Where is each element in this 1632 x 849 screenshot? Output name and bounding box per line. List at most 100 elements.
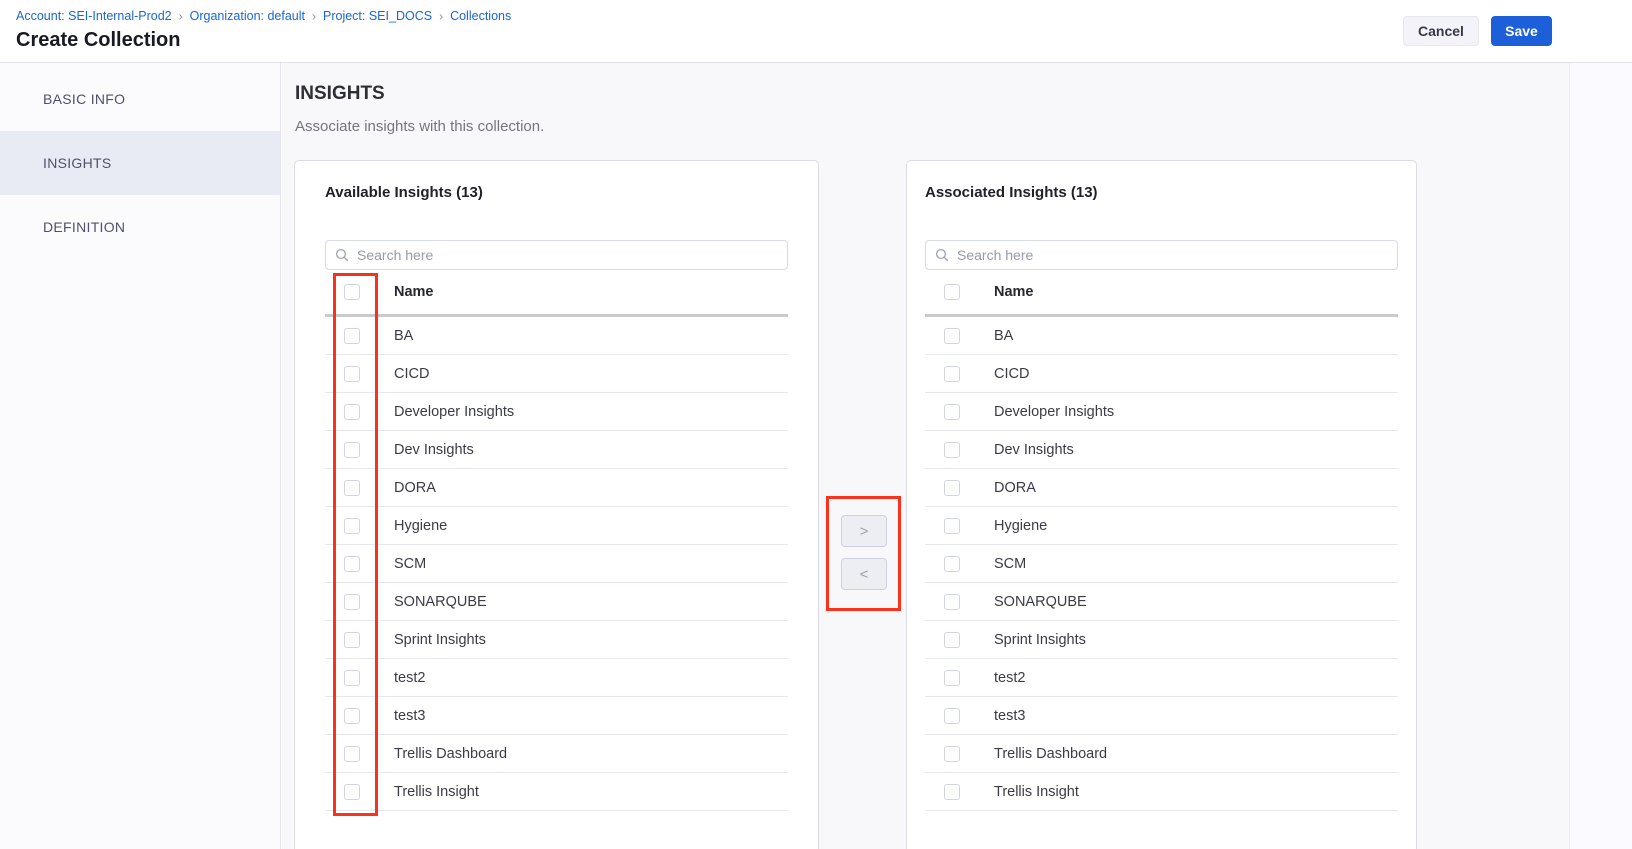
row-checkbox[interactable] <box>344 556 360 572</box>
row-checkbox[interactable] <box>944 442 960 458</box>
row-checkbox[interactable] <box>344 708 360 724</box>
page-title: Create Collection <box>16 29 180 52</box>
table-row[interactable]: Hygiene <box>325 507 788 545</box>
table-row[interactable]: Sprint Insights <box>925 621 1398 659</box>
row-name: Trellis Dashboard <box>994 746 1107 762</box>
row-checkbox[interactable] <box>344 442 360 458</box>
breadcrumb-collections[interactable]: Collections <box>450 9 511 23</box>
breadcrumb-account[interactable]: Account: SEI-Internal-Prod2 <box>16 9 172 23</box>
row-checkbox[interactable] <box>344 746 360 762</box>
name-column-header: Name <box>994 284 1034 300</box>
row-name: Developer Insights <box>394 404 514 420</box>
row-checkbox[interactable] <box>944 670 960 686</box>
cancel-button[interactable]: Cancel <box>1403 16 1479 46</box>
available-table-header: Name <box>325 270 788 317</box>
row-name: test3 <box>394 708 425 724</box>
row-checkbox[interactable] <box>944 366 960 382</box>
table-row[interactable]: test3 <box>325 697 788 735</box>
row-checkbox[interactable] <box>344 632 360 648</box>
select-all-checkbox[interactable] <box>344 284 360 300</box>
breadcrumb: Account: SEI-Internal-Prod2 › Organizati… <box>16 9 511 23</box>
chevron-right-icon: › <box>439 8 443 23</box>
row-checkbox[interactable] <box>344 670 360 686</box>
chevron-right-icon: › <box>312 8 316 23</box>
row-name: SONARQUBE <box>394 594 487 610</box>
search-icon <box>935 248 949 262</box>
available-insights-panel: Available Insights (13) Name BACICDDevel… <box>294 160 819 849</box>
available-search-box <box>325 240 788 270</box>
row-checkbox[interactable] <box>944 518 960 534</box>
topbar-actions: Cancel Save <box>1403 16 1552 46</box>
row-checkbox[interactable] <box>944 556 960 572</box>
available-search-input[interactable] <box>355 246 778 264</box>
top-bar: Account: SEI-Internal-Prod2 › Organizati… <box>0 0 1632 63</box>
table-row[interactable]: DORA <box>925 469 1398 507</box>
table-row[interactable]: BA <box>325 317 788 355</box>
row-checkbox[interactable] <box>944 328 960 344</box>
row-name: Hygiene <box>394 518 447 534</box>
table-row[interactable]: SCM <box>925 545 1398 583</box>
table-row[interactable]: BA <box>925 317 1398 355</box>
table-row[interactable]: Trellis Insight <box>325 773 788 811</box>
row-name: SONARQUBE <box>994 594 1087 610</box>
breadcrumb-organization[interactable]: Organization: default <box>190 9 305 23</box>
select-all-checkbox[interactable] <box>944 284 960 300</box>
row-checkbox[interactable] <box>944 404 960 420</box>
table-row[interactable]: SCM <box>325 545 788 583</box>
table-row[interactable]: CICD <box>925 355 1398 393</box>
row-checkbox[interactable] <box>344 518 360 534</box>
row-name: test2 <box>394 670 425 686</box>
sidebar-item-insights[interactable]: INSIGHTS <box>0 131 280 195</box>
row-checkbox[interactable] <box>344 404 360 420</box>
table-row[interactable]: Trellis Dashboard <box>925 735 1398 773</box>
save-button[interactable]: Save <box>1491 16 1552 46</box>
row-checkbox[interactable] <box>944 480 960 496</box>
row-name: Trellis Dashboard <box>394 746 507 762</box>
table-row[interactable]: SONARQUBE <box>325 583 788 621</box>
table-row[interactable]: Hygiene <box>925 507 1398 545</box>
table-row[interactable]: Dev Insights <box>325 431 788 469</box>
row-checkbox[interactable] <box>944 594 960 610</box>
table-row[interactable]: test2 <box>325 659 788 697</box>
associated-table-header: Name <box>925 270 1398 317</box>
name-column-header: Name <box>394 284 434 300</box>
associated-search-input[interactable] <box>955 246 1388 264</box>
row-checkbox[interactable] <box>344 480 360 496</box>
table-row[interactable]: Sprint Insights <box>325 621 788 659</box>
row-name: CICD <box>394 366 429 382</box>
row-checkbox[interactable] <box>944 784 960 800</box>
table-row[interactable]: Dev Insights <box>925 431 1398 469</box>
row-checkbox[interactable] <box>944 708 960 724</box>
search-icon <box>335 248 349 262</box>
table-row[interactable]: Developer Insights <box>925 393 1398 431</box>
row-name: Dev Insights <box>394 442 474 458</box>
move-left-button[interactable]: < <box>841 558 887 590</box>
row-checkbox[interactable] <box>344 366 360 382</box>
row-checkbox[interactable] <box>944 632 960 648</box>
sidebar-item-definition[interactable]: DEFINITION <box>0 195 280 259</box>
table-row[interactable]: test2 <box>925 659 1398 697</box>
row-name: Hygiene <box>994 518 1047 534</box>
associated-panel-title: Associated Insights (13) <box>925 185 1398 201</box>
row-checkbox[interactable] <box>344 784 360 800</box>
breadcrumb-project[interactable]: Project: SEI_DOCS <box>323 9 432 23</box>
row-name: Trellis Insight <box>994 784 1079 800</box>
table-row[interactable]: Developer Insights <box>325 393 788 431</box>
table-row[interactable]: DORA <box>325 469 788 507</box>
sidebar-item-basic-info[interactable]: BASIC INFO <box>0 67 280 131</box>
row-name: BA <box>994 328 1013 344</box>
row-checkbox[interactable] <box>944 746 960 762</box>
table-row[interactable]: Trellis Dashboard <box>325 735 788 773</box>
wizard-sidebar: BASIC INFO INSIGHTS DEFINITION <box>0 63 281 849</box>
table-row[interactable]: test3 <box>925 697 1398 735</box>
move-right-button[interactable]: > <box>841 515 887 547</box>
row-checkbox[interactable] <box>344 328 360 344</box>
row-name: Trellis Insight <box>394 784 479 800</box>
table-row[interactable]: Trellis Insight <box>925 773 1398 811</box>
row-name: Developer Insights <box>994 404 1114 420</box>
table-row[interactable]: SONARQUBE <box>925 583 1398 621</box>
row-checkbox[interactable] <box>344 594 360 610</box>
table-row[interactable]: CICD <box>325 355 788 393</box>
row-name: Dev Insights <box>994 442 1074 458</box>
available-insights-list: BA CICD Developer Insights Dev Insights DORA… <box>325 317 788 811</box>
